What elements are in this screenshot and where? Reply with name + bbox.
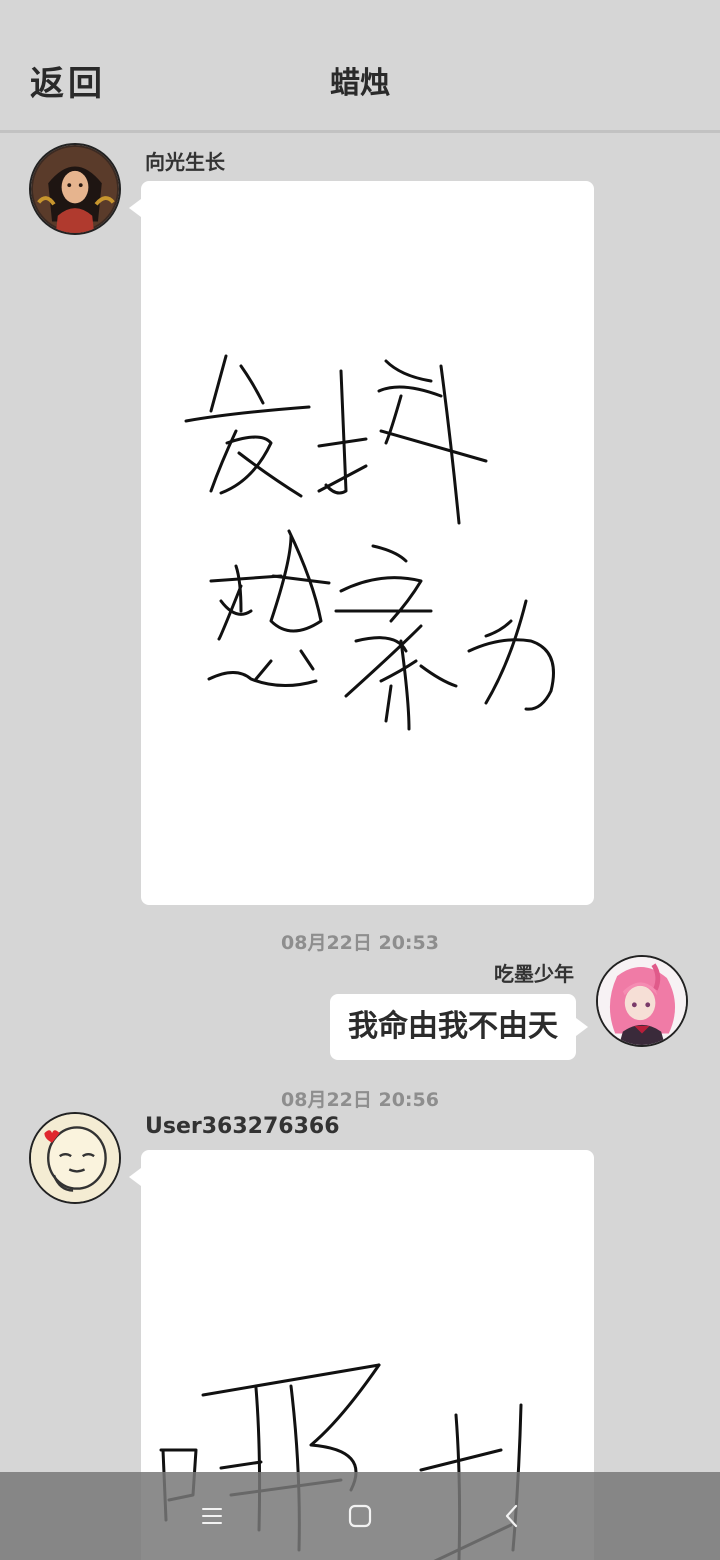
home-icon[interactable]: [344, 1500, 376, 1532]
timestamp: 08月22日 20:53: [281, 932, 439, 954]
avatar-image-icon: [598, 957, 686, 1045]
header: 返回 蜡烛: [0, 0, 720, 133]
page-title: 蜡烛: [330, 66, 390, 101]
chat-screen: 返回 蜡烛 08月22日 20:51 向光生长: [0, 0, 720, 1560]
avatar[interactable]: [596, 955, 688, 1047]
bubble-tail: [129, 1168, 141, 1186]
sender-name: User363276366: [145, 1114, 340, 1139]
text-bubble[interactable]: 我命由我不由天: [330, 994, 576, 1060]
back-icon[interactable]: [496, 1500, 528, 1532]
drawing-bubble[interactable]: [141, 181, 594, 905]
sender-name: 吃墨少年: [494, 962, 574, 986]
handwriting-drawing-1: [184, 354, 555, 731]
system-nav-bar: [0, 1472, 720, 1560]
avatar-image-icon: [31, 145, 119, 233]
avatar-image-icon: [31, 1114, 119, 1202]
bubble-tail: [129, 199, 141, 217]
sender-name: 向光生长: [145, 150, 225, 174]
avatar[interactable]: [29, 1112, 121, 1204]
bubble-tail: [576, 1018, 588, 1036]
avatar[interactable]: [29, 143, 121, 235]
menu-icon[interactable]: [196, 1500, 228, 1532]
timestamp: 08月22日 20:56: [281, 1089, 439, 1111]
